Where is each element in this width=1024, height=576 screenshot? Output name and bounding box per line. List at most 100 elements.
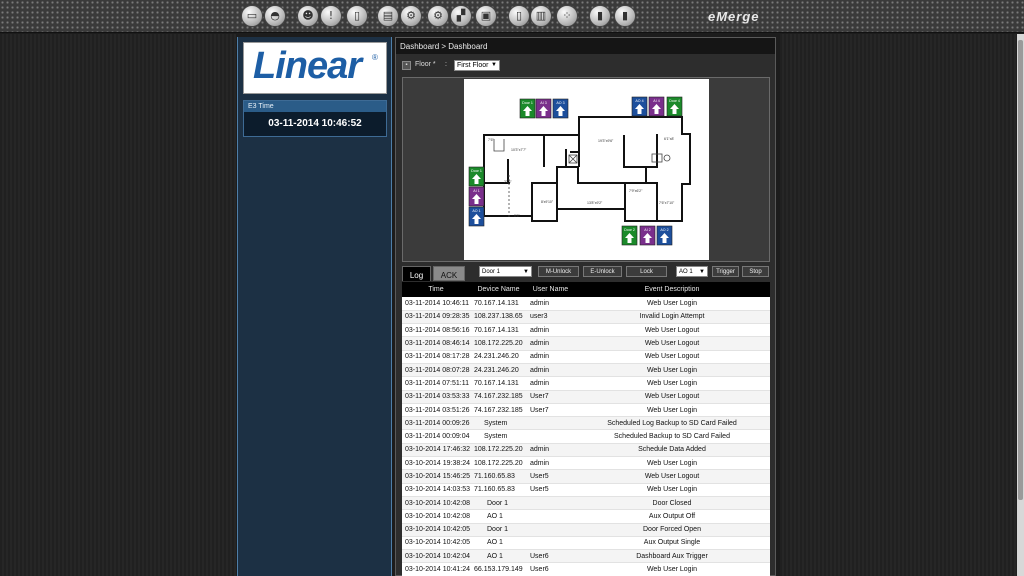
- log-device-cell: Door 1: [470, 523, 527, 537]
- log-event-cell: Web User Login: [574, 403, 770, 418]
- column-header-device[interactable]: Device Name: [470, 282, 527, 297]
- user-icon[interactable]: ☻: [297, 5, 319, 27]
- e-unlock-button[interactable]: E-Unlock: [583, 266, 622, 277]
- table-row[interactable]: 03-11-2014 09:28:35 108.237.138.65 user3 In…: [402, 310, 770, 325]
- tab-log[interactable]: Log: [402, 266, 431, 281]
- floor-select-value: First Floor: [457, 62, 489, 69]
- grid-icon[interactable]: ⁘: [556, 5, 578, 27]
- map-device-door-2[interactable]: Door 2: [621, 225, 638, 246]
- map-device-ao-2[interactable]: AO 2: [656, 225, 673, 246]
- column-header-user[interactable]: User Name: [527, 282, 574, 297]
- table-row[interactable]: 03-11-2014 03:51:26 74.167.232.185 User7 We…: [402, 403, 770, 418]
- log-event-cell: Web User Logout: [574, 336, 770, 351]
- log-event-cell: Scheduled Backup to SD Card Failed: [574, 429, 770, 444]
- table-row[interactable]: 03-10-2014 10:41:24 66.153.179.149 User6 We…: [402, 562, 770, 576]
- floor-select[interactable]: First Floor ▼: [454, 60, 500, 71]
- page-scrollbar-thumb[interactable]: [1018, 40, 1023, 500]
- table-row[interactable]: 03-10-2014 10:42:05 AO 1 Aux Output Single: [402, 536, 770, 551]
- table-row[interactable]: 03-11-2014 08:07:28 24.231.246.20 admin Web…: [402, 363, 770, 378]
- log-event-cell: Web User Login: [574, 456, 770, 471]
- room-dimension-label: 23'3": [504, 180, 513, 184]
- system-time-box: E3 Time 03-11-2014 10:46:52: [243, 100, 387, 137]
- log-user-cell: User5: [527, 469, 574, 484]
- document-icon[interactable]: ▯: [508, 5, 530, 27]
- table-row[interactable]: 03-11-2014 00:09:26 System Scheduled Log B…: [402, 416, 770, 431]
- log-event-cell: Web User Logout: [574, 323, 770, 338]
- network-icon[interactable]: ⚙: [427, 5, 449, 27]
- map-device-ai-2[interactable]: AI 2: [639, 225, 656, 246]
- top-toolbar: ▭ ◓ ☻! ▯ ▤ ⚙ ⚙ ▞ ▣ ▯ ▥ ⁘ ▮ ▮ eMerge: [0, 0, 1024, 33]
- logo-text: Linear: [253, 45, 362, 87]
- door-select[interactable]: Door 1 ▼: [479, 266, 532, 277]
- log-device-cell: 24.231.246.20: [470, 363, 527, 378]
- column-header-time[interactable]: Time: [402, 282, 470, 297]
- alert-icon[interactable]: !: [320, 5, 342, 27]
- log-device-cell: 108.237.138.65: [470, 310, 527, 325]
- table-row[interactable]: 03-10-2014 15:46:25 71.160.65.83 User5 Web …: [402, 469, 770, 484]
- table-row[interactable]: 03-11-2014 10:46:11 70.167.14.131 admin Web…: [402, 297, 770, 311]
- table-row[interactable]: 03-10-2014 10:42:05 Door 1 Door Forced Ope…: [402, 523, 770, 537]
- table-row[interactable]: 03-10-2014 10:42:08 AO 1 Aux Output Off: [402, 509, 770, 524]
- log-user-cell: [527, 429, 574, 444]
- floor-plan-icon[interactable]: ▞: [450, 5, 472, 27]
- log-user-cell: User6: [527, 549, 574, 564]
- save-icon[interactable]: ▣: [475, 5, 497, 27]
- monitor-icon[interactable]: ▭: [241, 5, 263, 27]
- table-row[interactable]: 03-11-2014 08:56:16 70.167.14.131 admin Web…: [402, 323, 770, 338]
- log-time-cell: 03-10-2014 15:46:25: [402, 469, 470, 484]
- table-row[interactable]: 03-11-2014 08:17:28 24.231.246.20 admin Web…: [402, 350, 770, 364]
- door-icon[interactable]: ▯: [346, 5, 368, 27]
- aux-output-select-value: AO 1: [679, 269, 693, 275]
- tab-ack[interactable]: ACK: [433, 266, 465, 281]
- trigger-button[interactable]: Trigger: [712, 266, 739, 277]
- id-card-icon[interactable]: ▤: [377, 5, 399, 27]
- map-device-door-1[interactable]: Door 1: [519, 98, 536, 119]
- device-badge-label: AO 1: [472, 209, 480, 213]
- table-row[interactable]: 03-11-2014 03:53:33 74.167.232.185 User7 We…: [402, 390, 770, 404]
- log-device-cell: AO 1: [470, 549, 527, 564]
- table-row[interactable]: 03-11-2014 07:51:11 70.167.14.131 admin Web…: [402, 376, 770, 391]
- log-time-cell: 03-10-2014 14:03:53: [402, 483, 470, 497]
- map-device-door-4[interactable]: Door 4: [666, 96, 683, 117]
- column-header-event[interactable]: Event Description: [574, 282, 770, 297]
- m-unlock-button[interactable]: M-Unlock: [538, 266, 579, 277]
- camera-icon[interactable]: ◓: [264, 5, 286, 27]
- log-event-cell: Web User Login: [574, 483, 770, 497]
- log-user-cell: admin: [527, 443, 574, 458]
- log-user-cell: admin: [527, 350, 574, 364]
- stop-button[interactable]: Stop: [742, 266, 769, 277]
- lock-button[interactable]: Lock: [626, 266, 667, 277]
- log-time-cell: 03-11-2014 03:51:26: [402, 403, 470, 418]
- aux-output-select[interactable]: AO 1 ▼: [676, 266, 708, 277]
- map-device-ao-1[interactable]: AO 1: [468, 206, 485, 227]
- log-device-cell: 74.167.232.185: [470, 390, 527, 404]
- log-device-cell: 108.172.225.20: [470, 336, 527, 351]
- map-device-ai-3[interactable]: AI 3: [535, 98, 552, 119]
- floor-map-frame: 7'6" 10'3"x7'7" 19'3"x9'6" 6'1"x8' 23'3" 8'x9…: [402, 77, 770, 262]
- floor-plan-icon[interactable]: ▪: [402, 61, 411, 70]
- map-device-ao-3[interactable]: AO 3: [552, 98, 569, 119]
- device-badge-label: Door 4: [669, 99, 680, 103]
- exit-door-icon[interactable]: ▮: [589, 5, 611, 27]
- device-badge-label: AO 3: [556, 101, 564, 105]
- table-row[interactable]: 03-10-2014 17:46:32 108.172.225.20 admin Sc…: [402, 443, 770, 458]
- table-row[interactable]: 03-11-2014 00:09:04 System Scheduled Backu…: [402, 429, 770, 444]
- log-device-cell: 108.172.225.20: [470, 443, 527, 458]
- chevron-down-icon: ▼: [491, 62, 497, 68]
- table-row[interactable]: 03-10-2014 19:38:24 108.172.225.20 admin We…: [402, 456, 770, 471]
- table-row[interactable]: 03-11-2014 08:46:14 108.172.225.20 admin We…: [402, 336, 770, 351]
- map-device-door-1[interactable]: Door 1: [468, 166, 485, 187]
- map-device-ai-1[interactable]: AI 1: [468, 186, 485, 207]
- logout-icon[interactable]: ▮: [614, 5, 636, 27]
- table-row[interactable]: 03-10-2014 10:42:08 Door 1 Door Closed: [402, 496, 770, 511]
- log-time-cell: 03-11-2014 00:09:04: [402, 429, 470, 444]
- log-event-cell: Door Closed: [574, 496, 770, 511]
- table-row[interactable]: 03-10-2014 10:42:04 AO 1 User6 Dashboard Au…: [402, 549, 770, 564]
- report-icon[interactable]: ▥: [530, 5, 552, 27]
- settings-icon[interactable]: ⚙: [400, 5, 422, 27]
- map-device-ai-4[interactable]: AI 4: [648, 96, 665, 117]
- table-row[interactable]: 03-10-2014 14:03:53 71.160.65.83 User5 Web …: [402, 483, 770, 497]
- map-device-ao-4[interactable]: AO 4: [631, 96, 648, 117]
- log-device-cell: 74.167.232.185: [470, 403, 527, 418]
- log-event-cell: Invalid Login Attempt: [574, 310, 770, 325]
